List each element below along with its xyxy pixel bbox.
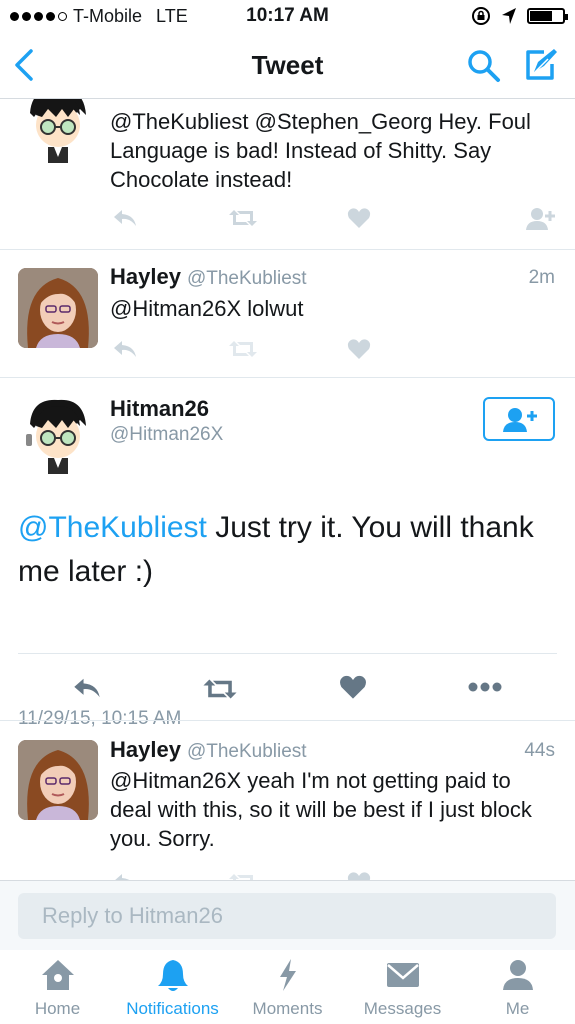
tweet-text: @TheKubliest @Stephen_Georg Hey. Foul La… xyxy=(110,109,531,192)
nav-bar: Tweet xyxy=(0,34,575,99)
reply-icon[interactable] xyxy=(72,675,102,701)
tweet-item[interactable]: Hayley @TheKubliest 2m @Hitman26X lolwut xyxy=(0,250,575,378)
mention-link[interactable]: @TheKubliest xyxy=(18,511,207,544)
tweet-text: @Hitman26X lolwut xyxy=(110,296,304,321)
lightning-icon xyxy=(279,959,296,991)
author-handle[interactable]: @TheKubliest xyxy=(187,268,307,289)
tab-label: Moments xyxy=(252,999,323,1018)
like-icon[interactable] xyxy=(339,674,367,700)
tab-label: Home xyxy=(34,999,81,1018)
battery-icon xyxy=(527,8,568,24)
home-icon xyxy=(41,960,74,990)
reply-input[interactable]: Reply to Hitman26 xyxy=(18,893,556,939)
retweet-icon[interactable] xyxy=(228,871,258,880)
search-icon[interactable] xyxy=(466,48,502,84)
tab-label: Messages xyxy=(363,999,442,1018)
like-icon[interactable] xyxy=(347,871,371,880)
person-icon xyxy=(502,960,533,990)
reply-icon[interactable] xyxy=(112,338,138,360)
author-handle[interactable]: @TheKubliest xyxy=(187,741,307,762)
envelope-icon xyxy=(386,963,419,987)
location-arrow-icon xyxy=(502,8,516,24)
avatar[interactable] xyxy=(18,268,98,348)
like-icon[interactable] xyxy=(347,207,371,229)
retweet-icon[interactable] xyxy=(228,207,258,229)
follow-user-icon[interactable] xyxy=(526,207,556,231)
status-bar: T-Mobile LTE 10:17 AM xyxy=(0,0,575,34)
bell-icon xyxy=(157,960,188,991)
rotation-lock-icon xyxy=(472,7,490,25)
retweet-icon[interactable] xyxy=(202,676,238,702)
like-icon[interactable] xyxy=(347,338,371,360)
add-user-icon xyxy=(503,408,537,432)
main-tweet-text: @TheKubliest Just try it. You will thank… xyxy=(18,506,551,594)
tweet-text: @Hitman26X yeah I'm not getting paid to … xyxy=(110,768,532,851)
tab-label: Me xyxy=(505,999,530,1018)
tab-notifications[interactable]: Notifications xyxy=(115,958,230,1019)
tab-home[interactable]: Home xyxy=(0,958,115,1019)
avatar[interactable] xyxy=(18,740,98,820)
tab-messages[interactable]: Messages xyxy=(345,958,460,1019)
retweet-icon[interactable] xyxy=(228,338,258,360)
follow-button[interactable] xyxy=(483,397,555,441)
tweet-item[interactable]: @TheKubliest @Stephen_Georg Hey. Foul La… xyxy=(0,99,575,250)
author-name[interactable]: Hitman26 xyxy=(110,396,209,422)
reply-icon[interactable] xyxy=(112,871,138,880)
author-handle[interactable]: @Hitman26X xyxy=(110,424,223,446)
tweet-thread: @TheKubliest @Stephen_Georg Hey. Foul La… xyxy=(0,99,575,880)
main-tweet-actions xyxy=(0,654,575,720)
more-options-icon[interactable] xyxy=(468,682,502,692)
compose-tweet-icon[interactable] xyxy=(524,46,560,84)
tab-me[interactable]: Me xyxy=(460,958,575,1019)
tweet-item[interactable]: Hayley @TheKubliest 44s @Hitman26X yeah I… xyxy=(0,721,575,880)
avatar[interactable] xyxy=(18,99,98,165)
reply-icon[interactable] xyxy=(112,207,138,229)
author-name[interactable]: Hayley xyxy=(110,264,181,289)
tab-moments[interactable]: Moments xyxy=(230,958,345,1019)
avatar[interactable] xyxy=(18,396,98,476)
tweet-age: 44s xyxy=(524,740,555,761)
tweet-age: 2m xyxy=(528,267,555,288)
tab-label: Notifications xyxy=(126,999,219,1018)
reply-bar: Reply to Hitman26 xyxy=(0,880,575,951)
tab-bar: Home Notifications Moments Messages Me xyxy=(0,950,575,1024)
author-name[interactable]: Hayley xyxy=(110,737,181,762)
